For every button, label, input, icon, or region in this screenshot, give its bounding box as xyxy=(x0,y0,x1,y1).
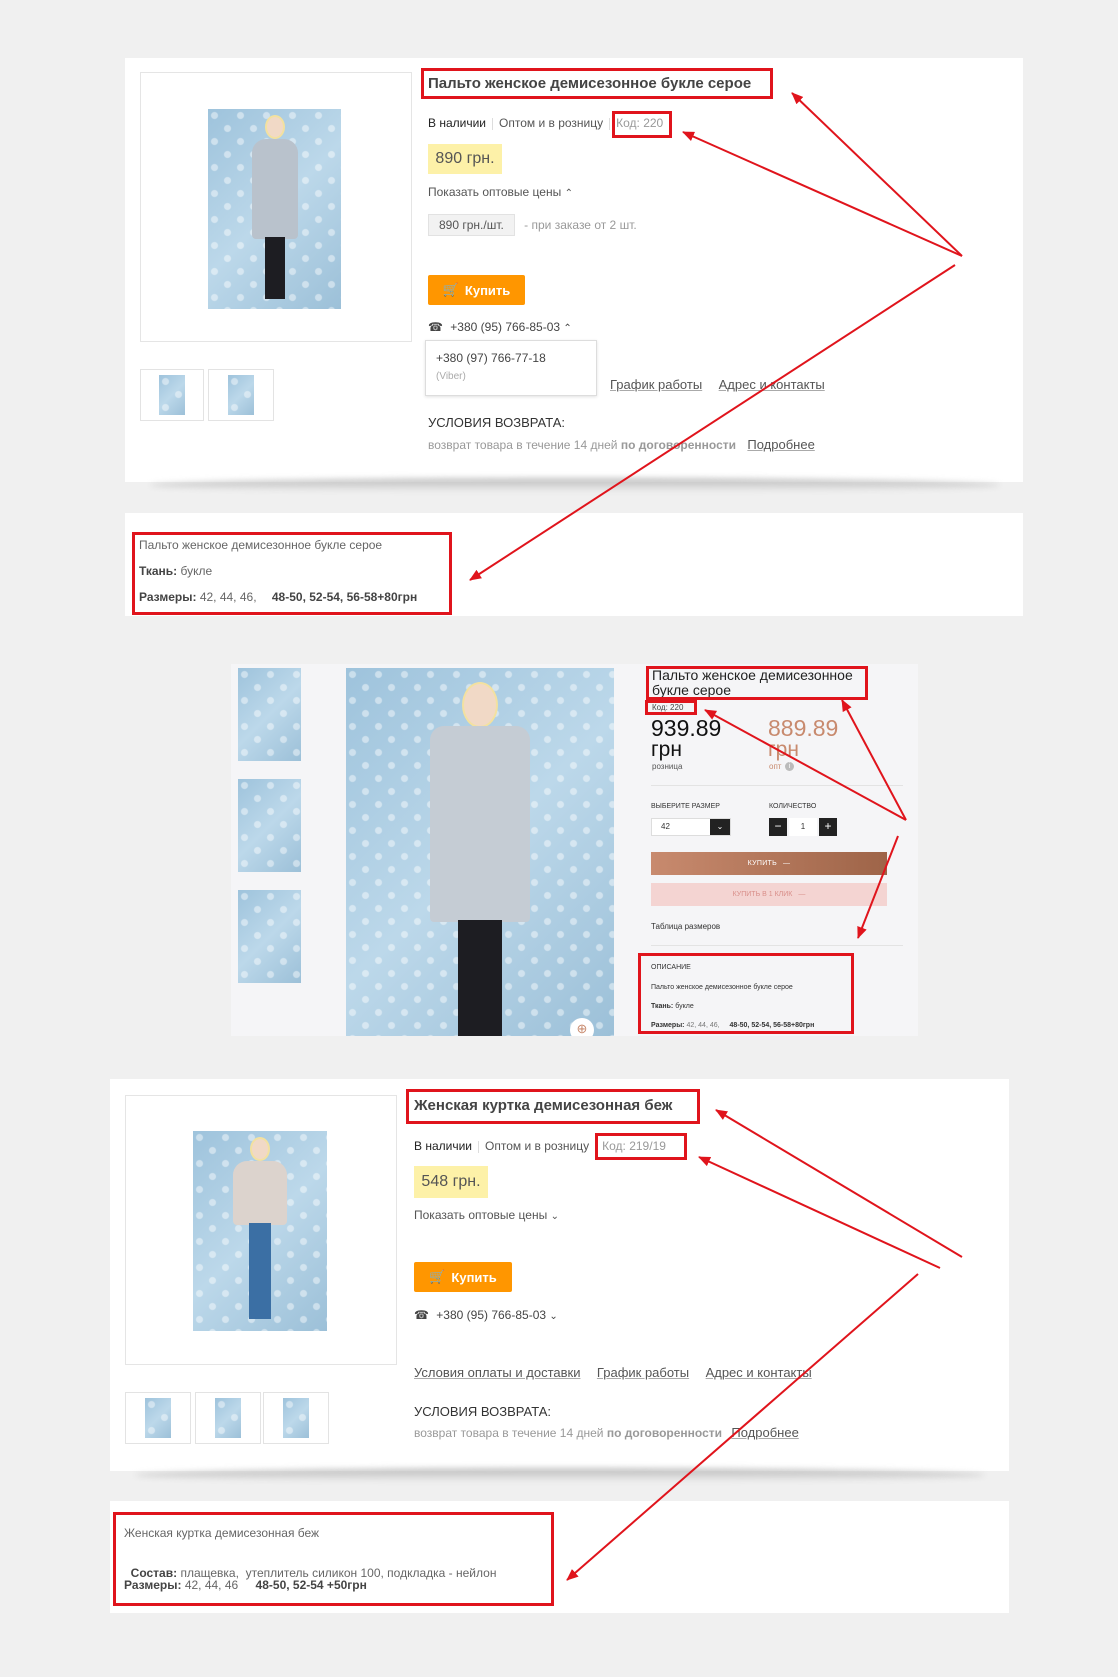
opt-price: 889.89 xyxy=(768,715,839,741)
returns-row: возврат товара в течение 14 дней по дого… xyxy=(428,437,815,452)
returns-row: возврат товара в течение 14 дней по дого… xyxy=(414,1425,799,1440)
info-links: Условия оплаты и доставки График работы … xyxy=(414,1364,812,1382)
thumbnail[interactable] xyxy=(208,369,274,421)
plus-button[interactable]: + xyxy=(819,818,837,836)
availability-status: В наличии xyxy=(428,116,487,130)
returns-bold: по договоренности xyxy=(620,438,737,452)
phone-number: +380 (95) 766-85-03 xyxy=(436,1308,547,1322)
more-link[interactable]: Подробнее xyxy=(747,437,814,452)
returns-heading: УСЛОВИЯ ВОЗВРАТА: xyxy=(414,1404,551,1419)
returns-text: возврат товара в течение 14 дней xyxy=(414,1426,604,1440)
buy-button[interactable]: 🛒 Купить xyxy=(428,275,525,305)
thumbnail[interactable] xyxy=(195,1392,261,1444)
cart-icon: 🛒 xyxy=(429,1269,446,1284)
competitor-thumbnail[interactable] xyxy=(238,668,301,761)
wholesale-price: 890 грн./шт. xyxy=(428,214,515,236)
link-schedule[interactable]: График работы xyxy=(597,1365,689,1380)
competitor-thumbnail[interactable] xyxy=(238,890,301,983)
more-link[interactable]: Подробнее xyxy=(731,1425,798,1440)
retail-label: розница xyxy=(652,762,683,771)
cart-icon: 🛒 xyxy=(442,282,459,297)
availability-status: В наличии xyxy=(414,1139,473,1153)
show-wholesale-label: Показать оптовые цены xyxy=(428,185,562,199)
size-value: 42 xyxy=(661,822,670,831)
link-payment[interactable]: Условия оплаты и доставки xyxy=(414,1365,580,1380)
phone-note: (Viber) xyxy=(436,371,466,382)
card-shadow xyxy=(135,1468,985,1482)
qty-label: КОЛИЧЕСТВО xyxy=(769,803,817,810)
info-links: График работы Адрес и контакты xyxy=(610,376,825,394)
wholesale-row: 890 грн./шт. - при заказе от 2 шт. xyxy=(428,214,637,236)
minus-button[interactable]: − xyxy=(769,818,787,836)
show-wholesale-label: Показать оптовые цены xyxy=(414,1208,548,1222)
show-wholesale-toggle[interactable]: Показать оптовые цены ⌃ xyxy=(428,185,573,199)
qty-value[interactable]: 1 xyxy=(789,818,817,836)
wholesale-note: - при заказе от 2 шт. xyxy=(524,218,637,232)
card-shadow xyxy=(150,478,1000,492)
phone-number: +380 (95) 766-85-03 xyxy=(450,320,561,334)
size-table-link[interactable]: Таблица размеров xyxy=(651,922,720,931)
size-label: ВЫБЕРИТЕ РАЗМЕР xyxy=(651,803,720,810)
size-select[interactable]: 42 ⌄ xyxy=(651,818,731,836)
thumbnail[interactable] xyxy=(125,1392,191,1444)
qty-stepper: − 1 + xyxy=(769,818,839,836)
chevron-down-icon: ⌄ xyxy=(549,1311,558,1322)
thumbnail[interactable] xyxy=(140,369,204,421)
price-tag: 890 грн. xyxy=(428,144,502,174)
highlight-box xyxy=(612,111,672,138)
chevron-up-icon: ⌃ xyxy=(564,188,573,199)
link-contacts[interactable]: Адрес и контакты xyxy=(719,377,825,392)
phone-row[interactable]: ☎ +380 (95) 766-85-03 ⌃ xyxy=(428,320,572,334)
zoom-icon[interactable]: ⊕ xyxy=(570,1018,594,1036)
info-icon[interactable]: i xyxy=(785,762,794,771)
phone-icon: ☎ xyxy=(414,1308,429,1322)
link-schedule[interactable]: График работы xyxy=(610,377,702,392)
price-tag: 548 грн. xyxy=(414,1166,488,1198)
returns-heading: УСЛОВИЯ ВОЗВРАТА: xyxy=(428,415,565,430)
phone-dropdown: +380 (97) 766-77-18 (Viber) xyxy=(425,340,597,396)
highlight-box xyxy=(638,953,854,1034)
highlight-box xyxy=(421,68,773,99)
model-figure xyxy=(425,682,535,1036)
opt-currency: грн xyxy=(768,738,799,761)
highlight-box xyxy=(113,1512,554,1606)
highlight-box xyxy=(406,1089,700,1124)
sale-type: Оптом и в розницу xyxy=(499,116,604,130)
link-contacts[interactable]: Адрес и контакты xyxy=(706,1365,812,1380)
phone-icon: ☎ xyxy=(428,320,443,334)
competitor-divider xyxy=(651,945,903,946)
chevron-down-icon: ⌄ xyxy=(710,819,730,835)
highlight-box xyxy=(645,700,697,715)
show-wholesale-toggle[interactable]: Показать оптовые цены ⌄ xyxy=(414,1208,559,1222)
competitor-divider xyxy=(651,785,903,786)
returns-text: возврат товара в течение 14 дней xyxy=(428,438,618,452)
competitor-thumbnail[interactable] xyxy=(238,779,301,872)
highlight-box xyxy=(132,532,452,615)
returns-bold: по договоренности xyxy=(606,1426,723,1440)
highlight-box xyxy=(595,1133,687,1160)
competitor-buy-button[interactable]: КУПИТЬ — xyxy=(651,852,887,875)
one-click-button[interactable]: КУПИТЬ В 1 КЛИК — xyxy=(651,883,887,906)
buy-button[interactable]: 🛒 Купить xyxy=(414,1262,512,1292)
sale-type: Оптом и в розницу xyxy=(485,1139,590,1153)
model-figure xyxy=(230,1137,290,1327)
phone-number-2[interactable]: +380 (97) 766-77-18 xyxy=(436,351,546,365)
phone-row[interactable]: ☎ +380 (95) 766-85-03 ⌄ xyxy=(414,1308,558,1322)
retail-currency: грн xyxy=(651,738,682,761)
competitor-main-photo[interactable]: ⊕ xyxy=(346,668,614,1036)
product-photo[interactable] xyxy=(208,109,341,309)
product-photo[interactable] xyxy=(193,1131,327,1331)
chevron-up-icon: ⌃ xyxy=(563,323,572,334)
highlight-box xyxy=(646,666,868,700)
thumbnail[interactable] xyxy=(263,1392,329,1444)
chevron-down-icon: ⌄ xyxy=(550,1211,559,1222)
retail-price: 939.89 xyxy=(651,715,722,741)
model-figure xyxy=(245,115,305,305)
opt-label: опт xyxy=(769,762,782,771)
